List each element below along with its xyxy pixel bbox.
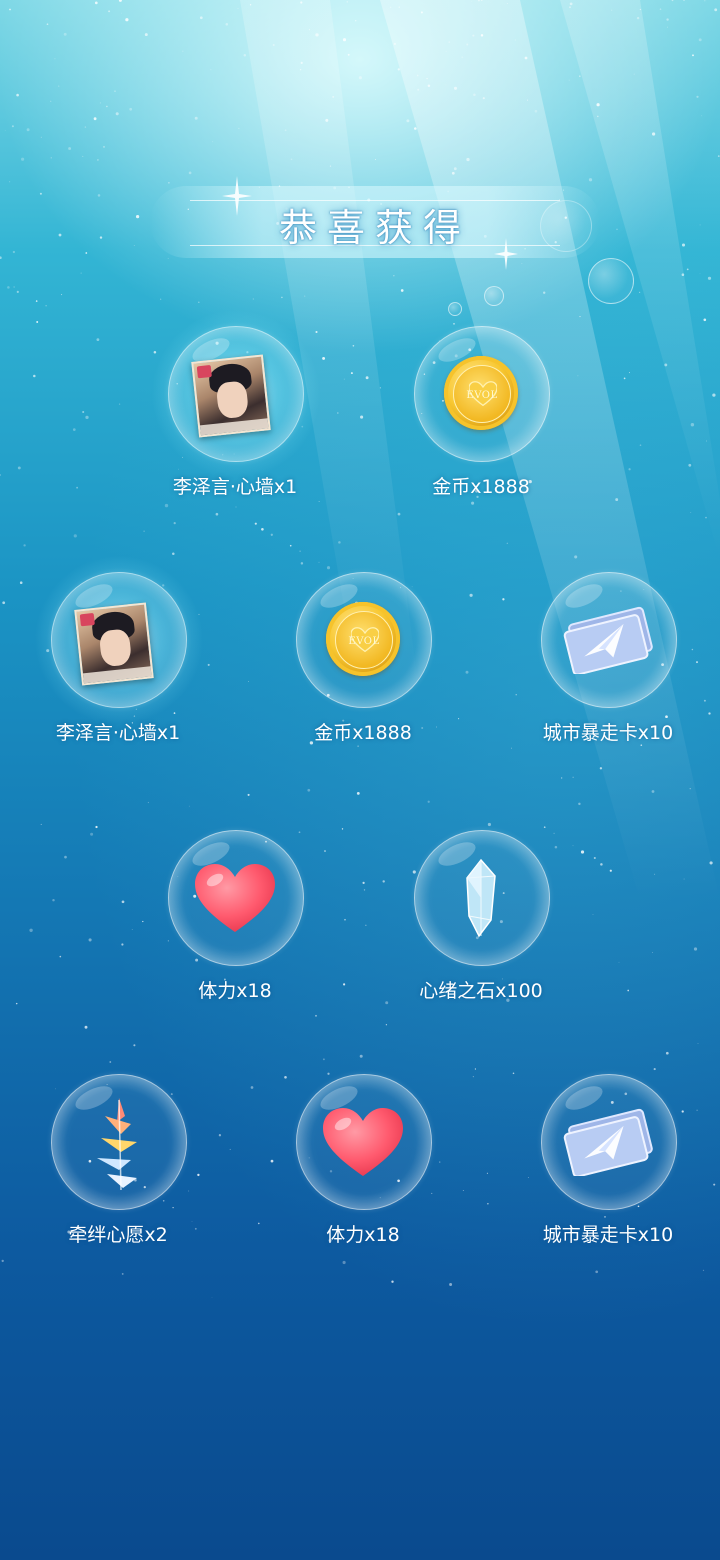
- reward-label: 金币x1888: [432, 476, 530, 498]
- ticket-icon: [563, 606, 653, 674]
- small-bubble: [588, 258, 634, 304]
- heart-icon: [323, 1108, 403, 1176]
- character-card-icon: [191, 354, 271, 438]
- character-card-icon: [74, 602, 154, 686]
- reward-item[interactable]: 城市暴走卡x10: [523, 572, 693, 762]
- sparkle-star-icon: [494, 238, 518, 270]
- reward-item[interactable]: EVOL 金币x1888: [278, 572, 448, 762]
- reward-item[interactable]: 牵绊心愿x2: [33, 1074, 203, 1264]
- reward-item[interactable]: 城市暴走卡x10: [523, 1074, 693, 1264]
- reward-label: 体力x18: [198, 980, 272, 1002]
- reward-item[interactable]: 心绪之石x100: [396, 830, 566, 1020]
- reward-label: 心绪之石x100: [419, 980, 543, 1002]
- reward-item[interactable]: EVOL 金币x1888: [396, 326, 566, 516]
- reward-label: 城市暴走卡x10: [542, 722, 674, 744]
- reward-item[interactable]: 李泽言·心墙x1: [150, 309, 321, 516]
- small-bubble: [540, 200, 592, 252]
- heart-icon: [195, 864, 275, 932]
- paper-crane-icon: [97, 1098, 137, 1191]
- reward-label: 金币x1888: [314, 722, 412, 744]
- ticket-icon: [563, 1108, 653, 1176]
- small-bubble: [484, 286, 504, 306]
- gold-coin-icon: EVOL: [326, 602, 400, 676]
- reward-label: 体力x18: [326, 1224, 400, 1246]
- page-title: 恭喜获得: [278, 206, 471, 250]
- reward-label: 李泽言·心墙x1: [172, 476, 298, 498]
- reward-label: 李泽言·心墙x1: [55, 722, 181, 744]
- reward-item[interactable]: 体力x18: [150, 830, 320, 1020]
- sparkle-star-icon: [222, 176, 252, 216]
- reward-item[interactable]: 李泽言·心墙x1: [33, 555, 204, 762]
- reward-label: 城市暴走卡x10: [542, 1224, 674, 1246]
- crystal-icon: [466, 858, 496, 938]
- gold-coin-icon: EVOL: [444, 356, 518, 430]
- small-bubble: [448, 302, 462, 316]
- reward-item[interactable]: 体力x18: [278, 1074, 448, 1264]
- reward-label: 牵绊心愿x2: [68, 1224, 168, 1246]
